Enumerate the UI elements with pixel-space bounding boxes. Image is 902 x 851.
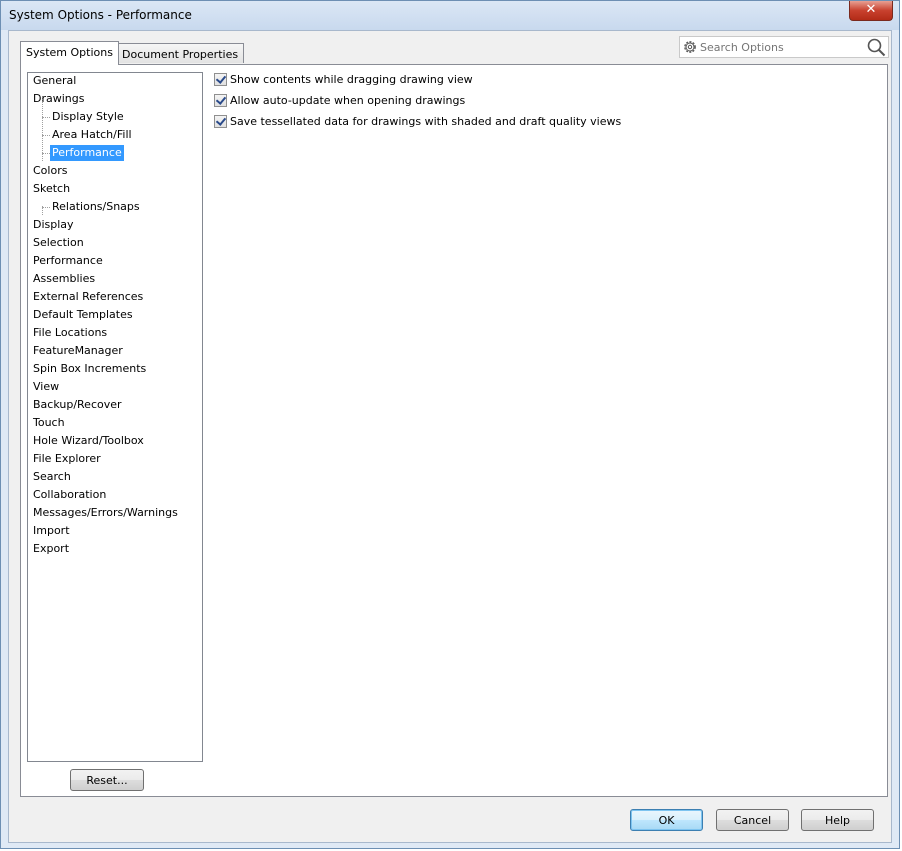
tree-item-relations-snaps[interactable]: Relations/Snaps	[52, 199, 140, 215]
tree-item-featuremanager[interactable]: FeatureManager	[33, 343, 123, 359]
tree-item-search[interactable]: Search	[33, 469, 71, 485]
tree-connector	[42, 153, 50, 154]
option-label: Show contents while dragging drawing vie…	[230, 73, 473, 86]
tree-connector	[42, 98, 43, 161]
tree-item-assemblies[interactable]: Assemblies	[33, 271, 95, 287]
option-label: Allow auto-update when opening drawings	[230, 94, 466, 107]
tab-document-properties[interactable]: Document Properties	[116, 43, 245, 63]
tab-document-properties-label: Document Properties	[122, 48, 239, 61]
tree-item-import[interactable]: Import	[33, 523, 70, 539]
tree-item-spin-box-increments[interactable]: Spin Box Increments	[33, 361, 146, 377]
close-icon: ✕	[865, 2, 877, 17]
tree-item-file-locations[interactable]: File Locations	[33, 325, 107, 341]
close-button[interactable]: ✕	[849, 1, 893, 21]
tree-item-hole-wizard-toolbox[interactable]: Hole Wizard/Toolbox	[33, 433, 144, 449]
tree-item-messages-errors-warnings[interactable]: Messages/Errors/Warnings	[33, 505, 178, 521]
tree-item-sketch[interactable]: Sketch	[33, 181, 70, 197]
tree-item-touch[interactable]: Touch	[33, 415, 65, 431]
tab-system-options[interactable]: System Options	[20, 41, 119, 65]
tree-item-backup-recover[interactable]: Backup/Recover	[33, 397, 122, 413]
checkbox-allow-auto-update[interactable]	[214, 94, 227, 107]
option-label: Save tessellated data for drawings with …	[230, 115, 622, 128]
tree-item-display[interactable]: Display	[33, 217, 74, 233]
title-bar[interactable]: System Options - Performance ✕	[1, 1, 899, 30]
ok-button[interactable]: OK	[630, 809, 703, 831]
gear-icon[interactable]	[682, 39, 698, 55]
tree-item-colors[interactable]: Colors	[33, 163, 67, 179]
tree-connector	[42, 117, 50, 118]
checkbox-save-tessellated-data[interactable]	[214, 115, 227, 128]
tree-connector	[42, 207, 50, 208]
tree-item-collaboration[interactable]: Collaboration	[33, 487, 106, 503]
dialog-client-area: System Options Document Properties Searc…	[8, 30, 892, 843]
tree-item-selection[interactable]: Selection	[33, 235, 84, 251]
options-panel: General Drawings Display Style Area Hatc…	[20, 64, 888, 797]
tree-item-external-references[interactable]: External References	[33, 289, 143, 305]
tree-item-export[interactable]: Export	[33, 541, 69, 557]
tab-system-options-label: System Options	[26, 46, 113, 59]
tree-item-general[interactable]: General	[33, 73, 76, 89]
tree-item-performance[interactable]: Performance	[33, 253, 103, 269]
system-options-window: System Options - Performance ✕ System Op…	[0, 0, 900, 849]
reset-button[interactable]: Reset...	[70, 769, 144, 791]
tree-item-drawings[interactable]: Drawings	[33, 91, 84, 107]
tree-item-file-explorer[interactable]: File Explorer	[33, 451, 101, 467]
window-title: System Options - Performance	[9, 8, 192, 22]
options-tree[interactable]: General Drawings Display Style Area Hatc…	[27, 72, 203, 762]
search-icon[interactable]	[867, 38, 886, 57]
search-box[interactable]	[679, 36, 889, 58]
tree-item-view[interactable]: View	[33, 379, 59, 395]
cancel-button[interactable]: Cancel	[716, 809, 789, 831]
tree-item-display-style[interactable]: Display Style	[52, 109, 124, 125]
tree-item-default-templates[interactable]: Default Templates	[33, 307, 133, 323]
checkbox-show-contents-dragging[interactable]	[214, 73, 227, 86]
search-input[interactable]	[700, 39, 860, 55]
tree-item-area-hatch-fill[interactable]: Area Hatch/Fill	[52, 127, 132, 143]
help-button[interactable]: Help	[801, 809, 874, 831]
tree-item-drawings-performance[interactable]: Performance	[50, 145, 124, 161]
tree-connector	[42, 135, 50, 136]
